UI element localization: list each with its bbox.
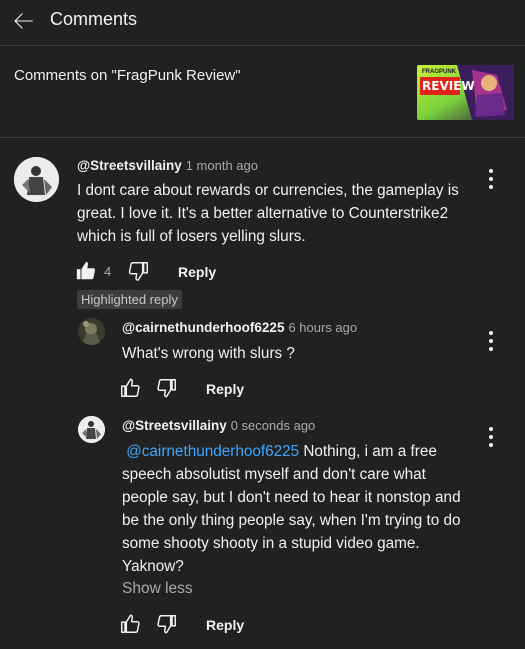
video-context-row: Comments on "FragPunk Review" FRAGPUNK R… (0, 47, 525, 138)
reply-time[interactable]: 0 seconds ago (231, 418, 316, 433)
comment-author[interactable]: @Streetsvillainy (77, 158, 182, 173)
reply-text-line: be the only thing people say, when I'm t… (122, 512, 461, 529)
reply-author-line: @cairnethunderhoof6225 6 hours ago (122, 320, 357, 335)
more-vert-icon[interactable] (481, 166, 501, 192)
avatar[interactable] (14, 157, 59, 202)
reply-author[interactable]: @Streetsvillainy (122, 418, 227, 433)
mention-link[interactable]: @cairnethunderhoof6225 (126, 443, 299, 460)
comment-text-line: I dont care about rewards or currencies,… (77, 182, 459, 199)
header-bar: Comments (0, 0, 525, 46)
thumb-down-icon[interactable] (156, 613, 178, 635)
thumb-down-icon[interactable] (128, 260, 150, 282)
avatar[interactable] (78, 318, 105, 345)
reply-button[interactable]: Reply (206, 381, 244, 397)
video-title: Comments on "FragPunk Review" (14, 67, 241, 84)
thumb-up-icon[interactable] (119, 377, 141, 399)
more-vert-icon[interactable] (481, 424, 501, 450)
reply-button[interactable]: Reply (206, 617, 244, 633)
thumb-up-icon[interactable] (75, 260, 97, 282)
reply-text-line: people say, but I don't need to hear it … (122, 489, 461, 506)
comment-text-line: great. I love it. It's a better alternat… (77, 205, 449, 222)
video-thumbnail[interactable]: FRAGPUNK REVIEW (417, 65, 514, 120)
reply-text-line: Yaknow? (122, 558, 184, 575)
reply-author[interactable]: @cairnethunderhoof6225 (122, 320, 284, 335)
comment-text: I dont care about rewards or currencies,… (77, 179, 477, 248)
comment-text-line: which is full of losers yelling slurs. (77, 228, 306, 245)
page-title: Comments (50, 9, 138, 29)
reply-author-line: @Streetsvillainy 0 seconds ago (122, 418, 315, 433)
reply-text-line: speech absolutist myself and don't care … (122, 466, 426, 483)
thumbnail-label-text: REVIEW (422, 79, 475, 93)
reply-text-line: some shooty shooty in a stupid video gam… (122, 535, 420, 552)
reply-text-line: @cairnethunderhoof6225 Nothing, i am a f… (122, 440, 482, 463)
avatar-image (78, 416, 105, 443)
like-count: 4 (104, 264, 112, 279)
thumb-up-icon[interactable] (119, 613, 141, 635)
highlighted-reply-badge: Highlighted reply (77, 290, 182, 309)
avatar-image (78, 318, 105, 345)
more-vert-icon[interactable] (481, 328, 501, 354)
comment-time[interactable]: 1 month ago (186, 158, 258, 173)
show-less-button[interactable]: Show less (122, 580, 193, 598)
avatar-image (14, 157, 59, 202)
reply-text: What's wrong with slurs ? (122, 345, 295, 362)
comment-author-line: @Streetsvillainy 1 month ago (77, 158, 258, 173)
thumb-down-icon[interactable] (156, 377, 178, 399)
reply-time[interactable]: 6 hours ago (288, 320, 357, 335)
avatar[interactable] (78, 416, 105, 443)
reply-text-segment: Nothing, i am a free (299, 443, 437, 460)
thumbnail-brand-text: FRAGPUNK (422, 69, 456, 75)
arrow-left-icon[interactable] (10, 8, 36, 34)
reply-text: @cairnethunderhoof6225 Nothing, i am a f… (122, 440, 482, 578)
reply-button[interactable]: Reply (178, 264, 216, 280)
